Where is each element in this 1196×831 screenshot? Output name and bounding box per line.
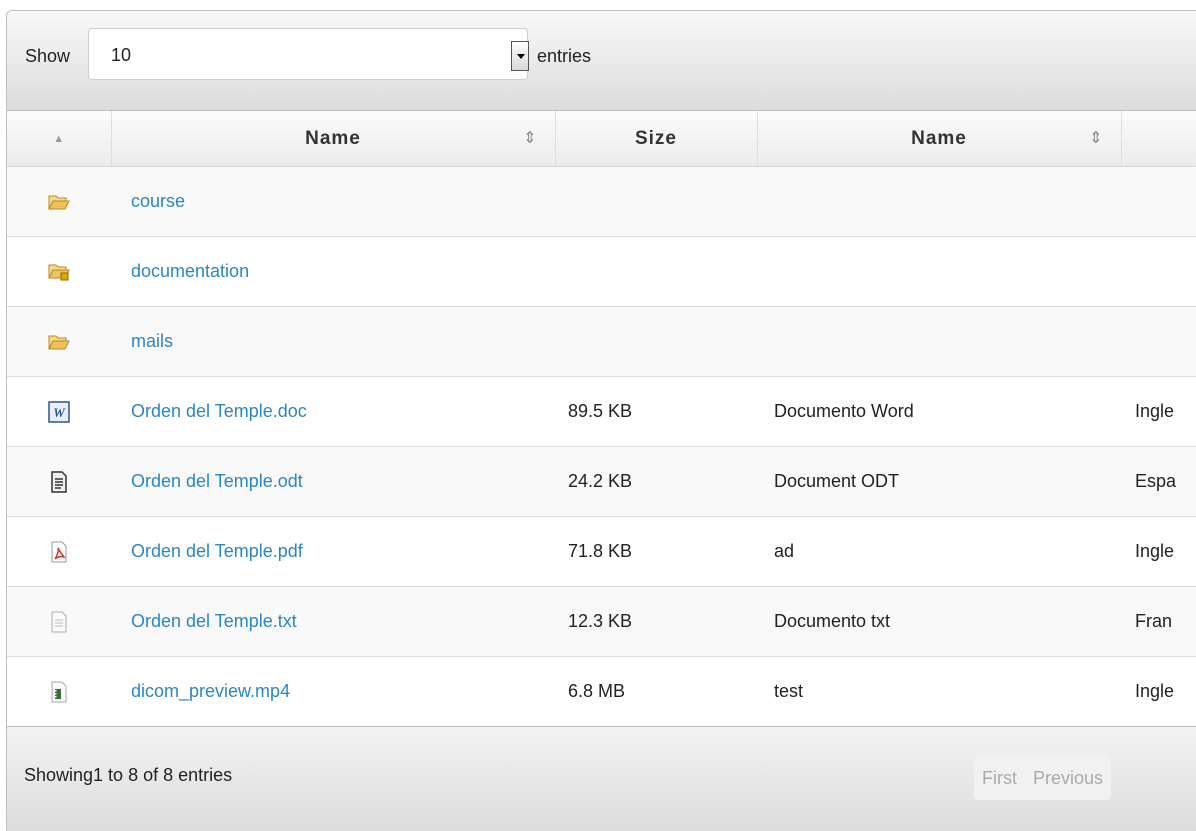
file-type-name-cell: Documento Word: [757, 376, 1121, 447]
header-name[interactable]: Name ⇕: [111, 111, 556, 167]
odt-doc-icon: [7, 470, 111, 493]
table-info: Showing1 to 8 of 8 entries: [24, 765, 233, 785]
file-size-cell: [555, 166, 757, 237]
files-table: ▲ Name ⇕ Size Name ⇕ course documentation…: [7, 111, 1196, 727]
table-footer: Showing1 to 8 of 8 entries First Previou…: [7, 726, 1196, 831]
file-type-cell: [7, 446, 111, 517]
file-type-cell: W: [7, 376, 111, 447]
sort-ascending-icon: ▲: [53, 132, 65, 145]
previous-page-button[interactable]: Previous: [1025, 756, 1111, 800]
file-type-name-cell: [757, 166, 1121, 237]
table-row[interactable]: W Orden del Temple.doc 89.5 KB Documento Wo…: [7, 376, 1196, 447]
header-size-label: Size: [634, 127, 678, 149]
table-row[interactable]: mails: [7, 306, 1196, 377]
table-toolbar: Show 10 entries: [7, 11, 1196, 111]
file-type-name-cell: ad: [757, 516, 1121, 587]
file-name-cell: Orden del Temple.odt: [111, 446, 555, 517]
file-language-cell: Espa: [1121, 446, 1196, 517]
file-name-link[interactable]: Orden del Temple.txt: [131, 611, 297, 631]
file-type-name-cell: test: [757, 656, 1121, 727]
sort-both-icon: ⇕: [1089, 130, 1103, 147]
header-icon-sort[interactable]: ▲: [7, 111, 112, 167]
file-name-link[interactable]: Orden del Temple.doc: [131, 401, 307, 421]
file-language-cell: Ingle: [1121, 376, 1196, 447]
file-language-cell: Fran: [1121, 586, 1196, 657]
folder-locked-icon: [7, 262, 111, 282]
file-type-cell: [7, 236, 111, 307]
file-type-cell: [7, 656, 111, 727]
text-file-icon: [7, 611, 111, 633]
table-row[interactable]: documentation: [7, 236, 1196, 307]
file-size-cell: 12.3 KB: [555, 586, 757, 657]
file-size-cell: 89.5 KB: [555, 376, 757, 447]
header-size[interactable]: Size: [555, 111, 758, 167]
file-size-cell: 6.8 MB: [555, 656, 757, 727]
header-language[interactable]: [1121, 111, 1196, 167]
file-language-cell: [1121, 236, 1196, 307]
pdf-icon: [7, 541, 111, 563]
file-size-cell: [555, 236, 757, 307]
video-file-icon: [7, 681, 111, 703]
header-type[interactable]: Name ⇕: [757, 111, 1122, 167]
file-name-link[interactable]: dicom_preview.mp4: [131, 681, 290, 701]
dropdown-arrow-icon[interactable]: [511, 41, 529, 71]
file-type-name-cell: [757, 236, 1121, 307]
folder-open-icon: [7, 193, 111, 211]
file-type-cell: [7, 306, 111, 377]
file-name-link[interactable]: Orden del Temple.odt: [131, 471, 303, 491]
file-name-link[interactable]: course: [131, 191, 185, 211]
table-row[interactable]: dicom_preview.mp4 6.8 MB test Ingle: [7, 656, 1196, 727]
file-type-name-cell: [757, 306, 1121, 377]
file-name-cell: documentation: [111, 236, 555, 307]
folder-open-icon: [7, 333, 111, 351]
file-language-cell: [1121, 306, 1196, 377]
table-row[interactable]: Orden del Temple.txt 12.3 KB Documento txt…: [7, 586, 1196, 657]
file-size-cell: 71.8 KB: [555, 516, 757, 587]
file-language-cell: Ingle: [1121, 656, 1196, 727]
file-name-link[interactable]: Orden del Temple.pdf: [131, 541, 303, 561]
file-size-cell: 24.2 KB: [555, 446, 757, 517]
file-type-name-cell: Document ODT: [757, 446, 1121, 517]
entries-per-page-value: 10: [111, 45, 132, 65]
pagination: First Previous: [974, 756, 1112, 800]
file-size-cell: [555, 306, 757, 377]
entries-label: entries: [537, 46, 592, 66]
file-language-cell: Ingle: [1121, 516, 1196, 587]
table-row[interactable]: Orden del Temple.odt 24.2 KB Document ODT E…: [7, 446, 1196, 517]
file-type-name-cell: Documento txt: [757, 586, 1121, 657]
file-name-link[interactable]: mails: [131, 331, 173, 351]
file-type-cell: [7, 166, 111, 237]
file-language-cell: [1121, 166, 1196, 237]
file-name-link[interactable]: documentation: [131, 261, 249, 281]
table-row[interactable]: Orden del Temple.pdf 71.8 KB ad Ingle: [7, 516, 1196, 587]
header-type-label: Name: [911, 127, 967, 149]
table-row[interactable]: course: [7, 166, 1196, 237]
file-name-cell: Orden del Temple.doc: [111, 376, 555, 447]
file-type-cell: [7, 586, 111, 657]
file-name-cell: dicom_preview.mp4: [111, 656, 555, 727]
file-name-cell: mails: [111, 306, 555, 377]
file-name-cell: Orden del Temple.pdf: [111, 516, 555, 587]
file-name-cell: Orden del Temple.txt: [111, 586, 555, 657]
show-label: Show: [25, 46, 71, 66]
sort-both-icon: ⇕: [523, 130, 537, 147]
file-type-cell: [7, 516, 111, 587]
entries-per-page-select[interactable]: 10: [88, 28, 529, 80]
file-name-cell: course: [111, 166, 555, 237]
header-name-label: Name: [305, 127, 361, 149]
table-header-row: ▲ Name ⇕ Size Name ⇕: [7, 111, 1196, 167]
svg-text:W: W: [53, 405, 66, 420]
word-doc-icon: W: [7, 400, 111, 423]
first-page-button[interactable]: First: [974, 756, 1025, 800]
file-list-panel: Show 10 entries ▲ Name ⇕ Size Name ⇕ cou…: [6, 10, 1196, 831]
